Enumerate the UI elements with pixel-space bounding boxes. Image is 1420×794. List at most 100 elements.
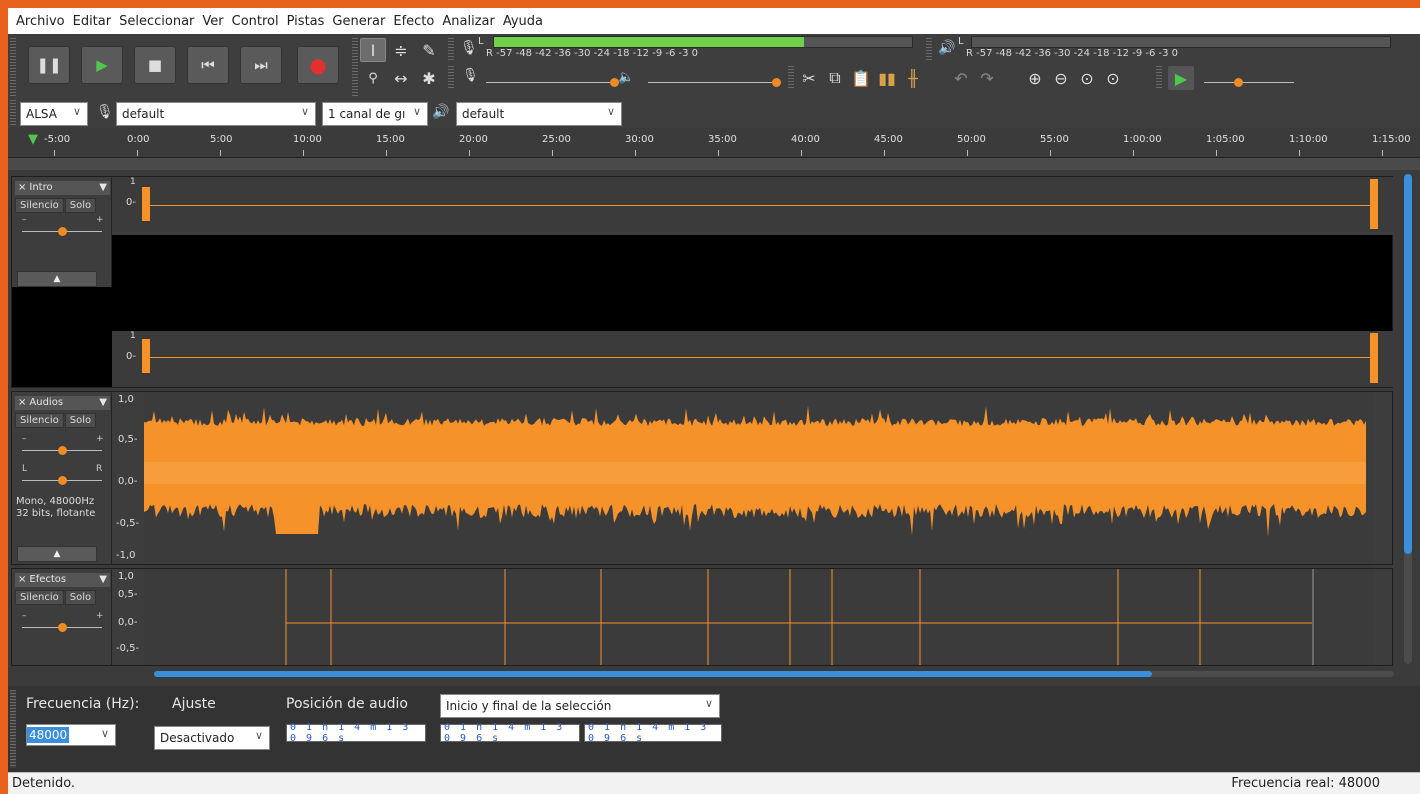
multi-tool[interactable]: ✱ bbox=[416, 66, 442, 90]
mixer-grip[interactable] bbox=[448, 66, 454, 90]
selection-start-time[interactable]: 0 1 h 1 4 m 1 3 0 9 6 s bbox=[440, 722, 580, 744]
redo-button[interactable]: ↷ bbox=[974, 66, 1000, 90]
selection-grip[interactable] bbox=[10, 690, 16, 768]
menu-efecto[interactable]: Efecto bbox=[389, 14, 438, 29]
menu-ver[interactable]: Ver bbox=[198, 14, 227, 29]
pan-knob[interactable] bbox=[58, 476, 67, 485]
gain-knob[interactable] bbox=[58, 446, 67, 455]
ruler-tick-label: 5:00 bbox=[210, 134, 233, 145]
track-audios-name[interactable]: × Audios ▼ bbox=[15, 396, 110, 410]
gain-slider[interactable] bbox=[22, 623, 102, 632]
zoom-out-button[interactable]: ⊖ bbox=[1048, 66, 1074, 90]
menu-generar[interactable]: Generar bbox=[328, 14, 389, 29]
pan-slider[interactable] bbox=[22, 476, 102, 485]
toolbar-grip[interactable] bbox=[10, 38, 16, 96]
host-select[interactable]: ALSA ∨ bbox=[20, 102, 88, 126]
menu-editar[interactable]: Editar bbox=[69, 14, 116, 29]
record-meter-grip[interactable] bbox=[448, 38, 454, 62]
mute-button[interactable]: Silencio bbox=[15, 198, 64, 213]
zoom-tool[interactable]: ⚲ bbox=[360, 66, 386, 90]
track-intro-left-channel[interactable]: 1 0- bbox=[112, 177, 1394, 235]
play-button[interactable]: ▶ bbox=[81, 46, 123, 84]
chevron-down-icon: ∨ bbox=[254, 729, 263, 742]
audio-position-time[interactable]: 0 1 h 1 4 m 1 3 0 9 6 s bbox=[286, 722, 426, 744]
device-grip[interactable] bbox=[10, 100, 16, 126]
menu-analizar[interactable]: Analizar bbox=[438, 14, 498, 29]
skip-start-button[interactable]: ⏮ bbox=[187, 46, 229, 84]
record-volume-slider[interactable] bbox=[486, 78, 619, 87]
play-device-select[interactable]: default ∨ bbox=[456, 102, 622, 126]
play-meter[interactable] bbox=[971, 36, 1391, 48]
horizontal-scroll-thumb[interactable] bbox=[154, 671, 1152, 677]
vertical-scroll-thumb[interactable] bbox=[1404, 174, 1412, 554]
play-volume-knob[interactable] bbox=[772, 78, 781, 87]
envelope-tool[interactable]: ≑ bbox=[388, 38, 414, 62]
track-menu-arrow-icon[interactable]: ▼ bbox=[99, 396, 107, 410]
track-efectos-waveform[interactable] bbox=[144, 569, 1374, 665]
gain-knob[interactable] bbox=[58, 623, 67, 632]
cut-button[interactable]: ✂ bbox=[796, 66, 822, 90]
track-intro-name[interactable]: × Intro ▼ bbox=[15, 181, 110, 195]
snap-select[interactable]: Desactivado ∨ bbox=[154, 726, 270, 750]
record-meter[interactable] bbox=[493, 36, 913, 48]
menu-pistas[interactable]: Pistas bbox=[283, 14, 329, 29]
silence-button[interactable]: ╫ bbox=[900, 66, 926, 90]
draw-tool[interactable]: ✎ bbox=[416, 38, 442, 62]
track-intro-right-channel[interactable]: 1 0- bbox=[112, 331, 1394, 387]
project-rate-select[interactable]: 48000 ∨ bbox=[26, 724, 116, 746]
stop-button[interactable]: ■ bbox=[134, 46, 176, 84]
close-icon[interactable]: × bbox=[18, 397, 26, 408]
tools-grip[interactable] bbox=[352, 38, 358, 96]
track-audios-waveform[interactable] bbox=[144, 392, 1374, 564]
gain-knob[interactable] bbox=[58, 227, 67, 236]
intro-waveform-end bbox=[1370, 179, 1378, 229]
record-device-select[interactable]: default ∨ bbox=[116, 102, 316, 126]
collapse-button[interactable]: ▲ bbox=[17, 271, 97, 287]
close-icon[interactable]: × bbox=[18, 574, 26, 585]
record-button[interactable]: ● bbox=[297, 46, 339, 84]
track-efectos-name[interactable]: × Efectos ▼ bbox=[15, 573, 110, 587]
vertical-scrollbar[interactable] bbox=[1404, 174, 1412, 664]
speaker-icon[interactable]: 🔊 bbox=[938, 40, 955, 56]
gain-slider[interactable] bbox=[22, 227, 102, 236]
play-speed-knob[interactable] bbox=[1234, 78, 1243, 87]
timeline-ruler[interactable]: ▼ -5:00 0:00 5:00 10:00 15:00 20:00 25:00 30:00… bbox=[8, 128, 1420, 158]
play-meter-grip[interactable] bbox=[926, 38, 932, 62]
menu-control[interactable]: Control bbox=[228, 14, 283, 29]
gain-slider[interactable] bbox=[22, 446, 102, 455]
pause-button[interactable]: ❚❚ bbox=[28, 46, 70, 84]
mute-button[interactable]: Silencio bbox=[15, 590, 64, 605]
menu-archivo[interactable]: Archivo bbox=[12, 14, 69, 29]
mute-button[interactable]: Silencio bbox=[15, 413, 64, 428]
copy-button[interactable]: ⧉ bbox=[822, 66, 848, 90]
skip-end-button[interactable]: ⏭ bbox=[240, 46, 282, 84]
solo-button[interactable]: Solo bbox=[64, 590, 97, 605]
collapse-button[interactable]: ▲ bbox=[17, 546, 97, 562]
zoom-in-button[interactable]: ⊕ bbox=[1022, 66, 1048, 90]
edit-grip[interactable] bbox=[788, 66, 794, 90]
menu-seleccionar[interactable]: Seleccionar bbox=[115, 14, 198, 29]
play-volume-slider[interactable] bbox=[648, 78, 781, 87]
microphone-icon[interactable]: 🎙 bbox=[460, 40, 478, 56]
channels-select[interactable]: 1 canal de gı ∨ bbox=[322, 102, 428, 126]
selection-mode-select[interactable]: Inicio y final de la selección ∨ bbox=[440, 694, 720, 718]
trim-button[interactable]: ▮▮ bbox=[874, 66, 900, 90]
fit-project-button[interactable]: ⊙ bbox=[1100, 66, 1126, 90]
play-speed-grip[interactable] bbox=[1156, 66, 1162, 90]
undo-button[interactable]: ↶ bbox=[948, 66, 974, 90]
fit-selection-button[interactable]: ⊙ bbox=[1074, 66, 1100, 90]
selection-end-time[interactable]: 0 1 h 1 4 m 1 3 0 9 6 s bbox=[584, 722, 722, 744]
horizontal-scrollbar[interactable] bbox=[154, 671, 1394, 677]
timeshift-tool[interactable]: ↔ bbox=[388, 66, 414, 90]
selection-tool[interactable]: I bbox=[360, 38, 386, 62]
solo-button[interactable]: Solo bbox=[64, 413, 97, 428]
solo-button[interactable]: Solo bbox=[64, 198, 97, 213]
menu-ayuda[interactable]: Ayuda bbox=[499, 14, 547, 29]
play-at-speed-button[interactable]: ▶ bbox=[1168, 66, 1194, 90]
track-menu-arrow-icon[interactable]: ▼ bbox=[99, 181, 107, 195]
paste-button[interactable]: 📋 bbox=[848, 66, 874, 90]
timeline-scrub-strip[interactable] bbox=[8, 158, 1420, 170]
play-speed-slider[interactable] bbox=[1204, 78, 1294, 87]
track-menu-arrow-icon[interactable]: ▼ bbox=[99, 573, 107, 587]
close-icon[interactable]: × bbox=[18, 182, 26, 193]
